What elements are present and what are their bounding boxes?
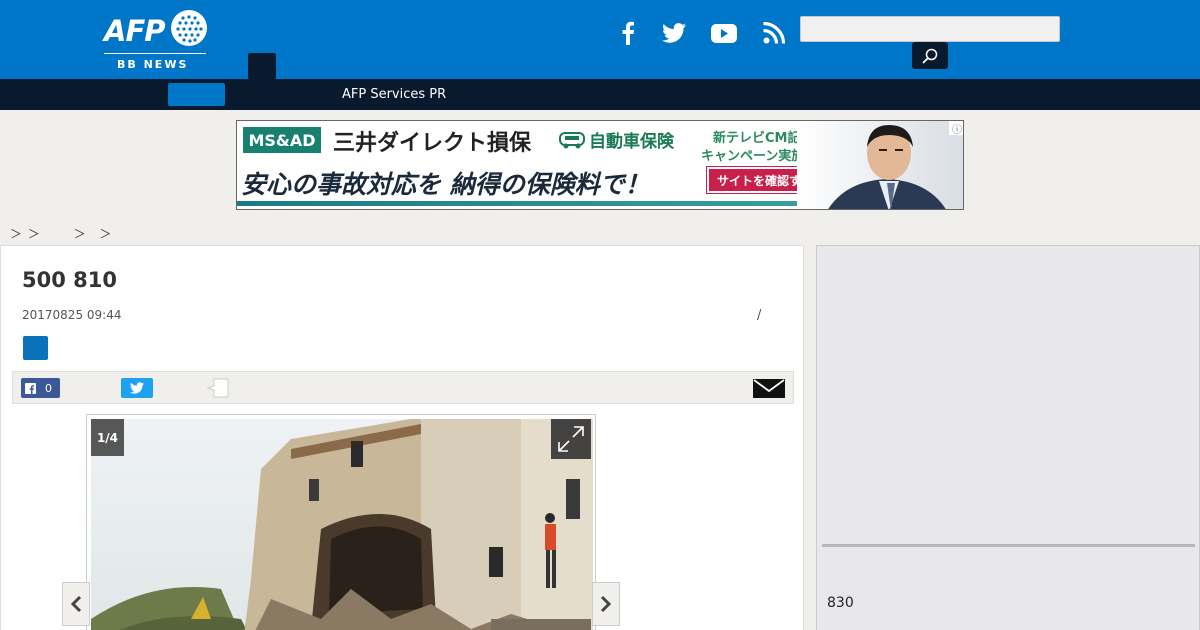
ad-brand-badge: MS&AD bbox=[243, 127, 321, 153]
mail-icon[interactable] bbox=[753, 379, 785, 398]
byline-separator: / bbox=[757, 308, 762, 323]
sidebar: 830 bbox=[816, 245, 1200, 630]
globe-icon bbox=[171, 10, 207, 46]
afp-bb-news-logo[interactable]: AFP BB NEWS bbox=[104, 9, 208, 71]
car-icon bbox=[559, 132, 585, 149]
rss-link[interactable] bbox=[759, 18, 789, 48]
twitter-icon bbox=[662, 23, 686, 43]
ad-tagline: 安心の事故対応を 納得の保険料で！ bbox=[241, 170, 650, 199]
nav-link-afp-services-pr[interactable]: AFP Services PR bbox=[342, 87, 446, 102]
nav-item-active[interactable] bbox=[168, 83, 225, 106]
photo-gallery: 1/4 bbox=[86, 414, 596, 630]
gallery-prev-button[interactable] bbox=[62, 582, 90, 626]
category-tag[interactable] bbox=[23, 336, 48, 360]
ad-person-image bbox=[797, 121, 963, 209]
twitter-icon bbox=[130, 382, 144, 394]
site-header: AFP BB NEWS bbox=[0, 0, 1200, 79]
breadcrumb-separator: ＞ bbox=[99, 227, 112, 241]
ad-company-name: 三井ダイレクト損保 bbox=[333, 131, 532, 156]
logo-text: AFP bbox=[104, 14, 166, 48]
logo-subtitle: BB NEWS bbox=[117, 58, 189, 71]
sidebar-count: 830 bbox=[827, 595, 854, 611]
twitter-share-button[interactable] bbox=[121, 378, 153, 398]
article-title: 500 810 bbox=[22, 268, 117, 292]
expand-icon bbox=[558, 426, 584, 452]
article-card: 500 810 20170825 09:44 / 0 1/4 bbox=[0, 245, 804, 630]
facebook-link[interactable] bbox=[613, 18, 643, 48]
rss-icon bbox=[763, 22, 785, 44]
main-nav: AFP Services PR bbox=[0, 79, 1200, 110]
logo-divider bbox=[104, 53, 206, 54]
sidebar-divider bbox=[822, 544, 1195, 547]
banner-ad[interactable]: MS&AD 三井ダイレクト損保 自動車保険 新テレビCM記念 キャンペーン実施中… bbox=[236, 120, 964, 210]
search-icon bbox=[922, 48, 938, 64]
menu-button[interactable] bbox=[248, 53, 276, 79]
breadcrumb: ＞ ＞ ＞ ＞ bbox=[10, 225, 112, 242]
search-input[interactable] bbox=[800, 16, 1060, 42]
gallery-next-button[interactable] bbox=[592, 582, 620, 626]
breadcrumb-separator: ＞ bbox=[27, 227, 40, 241]
ad-stripe bbox=[237, 201, 837, 206]
fullscreen-button[interactable] bbox=[551, 419, 591, 459]
chevron-left-icon bbox=[70, 595, 82, 613]
search-button[interactable] bbox=[912, 42, 948, 69]
chevron-right-icon bbox=[600, 595, 612, 613]
facebook-icon bbox=[622, 21, 634, 45]
facebook-share-button[interactable]: 0 bbox=[21, 378, 60, 398]
facebook-share-count: 0 bbox=[45, 381, 52, 395]
gallery-counter: 1/4 bbox=[91, 419, 124, 456]
twitter-link[interactable] bbox=[659, 18, 689, 48]
breadcrumb-separator: ＞ bbox=[10, 227, 23, 241]
breadcrumb-separator: ＞ bbox=[73, 227, 86, 241]
facebook-icon bbox=[25, 382, 36, 394]
ad-product-name: 自動車保険 bbox=[589, 132, 674, 152]
youtube-icon bbox=[711, 23, 737, 43]
share-count-bubble-icon[interactable] bbox=[207, 378, 229, 398]
ad-info-icon[interactable]: ⓘ bbox=[949, 121, 963, 136]
article-date: 20170825 09:44 bbox=[22, 308, 122, 322]
share-bar: 0 bbox=[12, 371, 794, 404]
gallery-photo[interactable] bbox=[91, 419, 593, 630]
youtube-link[interactable] bbox=[709, 18, 739, 48]
